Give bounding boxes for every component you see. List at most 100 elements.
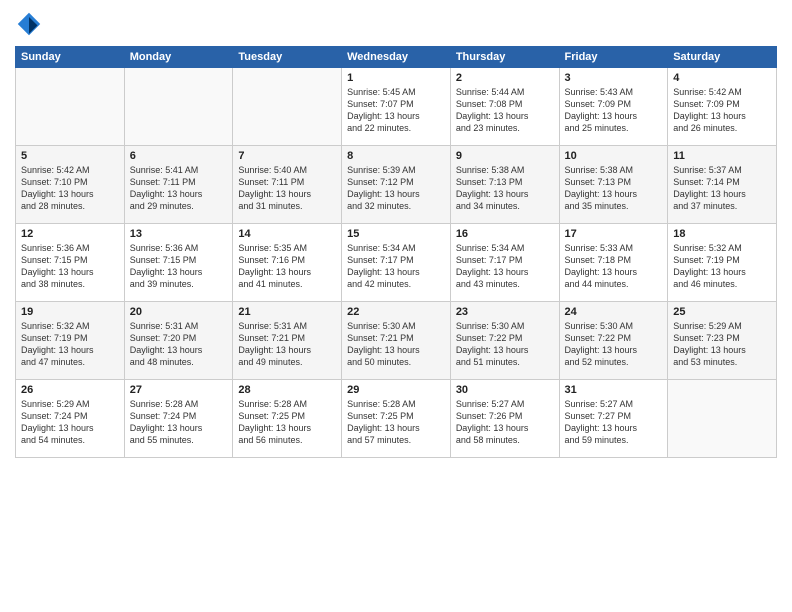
calendar-week-5: 26Sunrise: 5:29 AMSunset: 7:24 PMDayligh… (16, 380, 777, 458)
day-info: Sunrise: 5:35 AMSunset: 7:16 PMDaylight:… (238, 242, 336, 291)
day-info: Sunrise: 5:29 AMSunset: 7:23 PMDaylight:… (673, 320, 771, 369)
calendar-cell: 23Sunrise: 5:30 AMSunset: 7:22 PMDayligh… (450, 302, 559, 380)
day-info: Sunrise: 5:36 AMSunset: 7:15 PMDaylight:… (130, 242, 228, 291)
calendar-cell: 12Sunrise: 5:36 AMSunset: 7:15 PMDayligh… (16, 224, 125, 302)
page: SundayMondayTuesdayWednesdayThursdayFrid… (0, 0, 792, 612)
calendar-cell (233, 68, 342, 146)
day-number: 3 (565, 72, 663, 84)
day-number: 4 (673, 72, 771, 84)
calendar-cell: 21 Sunrise: 5:31 AMSunset: 7:21 PMDayligh… (233, 302, 342, 380)
day-number: 10 (565, 150, 663, 162)
day-number: 12 (21, 228, 119, 240)
calendar-cell: 18 Sunrise: 5:32 AMSunset: 7:19 PMDayligh… (668, 224, 777, 302)
calendar-cell (16, 68, 125, 146)
weekday-header-tuesday: Tuesday (233, 47, 342, 68)
calendar-cell (124, 68, 233, 146)
calendar-week-1: 1 Sunrise: 5:45 AMSunset: 7:07 PMDaylight… (16, 68, 777, 146)
day-info: Sunrise: 5:41 AMSunset: 7:11 PMDaylight:… (130, 164, 228, 213)
logo-icon (15, 10, 43, 38)
day-number: 24 (565, 306, 663, 318)
day-number: 17 (565, 228, 663, 240)
day-number: 14 (238, 228, 336, 240)
calendar-cell: 17 Sunrise: 5:33 AMSunset: 7:18 PMDayligh… (559, 224, 668, 302)
calendar-week-3: 12 Sunrise: 5:36 AMSunset: 7:15 PMDayligh… (16, 224, 777, 302)
calendar-cell: 1 Sunrise: 5:45 AMSunset: 7:07 PMDaylight… (342, 68, 451, 146)
day-number: 6 (130, 150, 228, 162)
day-info: Sunrise: 5:38 AMSunset: 7:13 PMDaylight:… (456, 164, 554, 213)
calendar-cell: 2Sunrise: 5:44 AMSunset: 7:08 PMDaylight… (450, 68, 559, 146)
day-number: 31 (565, 384, 663, 396)
weekday-header-friday: Friday (559, 47, 668, 68)
calendar-cell: 5 Sunrise: 5:42 AMSunset: 7:10 PMDaylight… (16, 146, 125, 224)
calendar-cell: 26Sunrise: 5:29 AMSunset: 7:24 PMDayligh… (16, 380, 125, 458)
day-info: Sunrise: 5:28 AMSunset: 7:24 PMDaylight:… (130, 398, 228, 447)
calendar-cell: 16Sunrise: 5:34 AMSunset: 7:17 PMDayligh… (450, 224, 559, 302)
day-number: 22 (347, 306, 445, 318)
day-info: Sunrise: 5:31 AMSunset: 7:20 PMDaylight:… (130, 320, 228, 369)
day-number: 13 (130, 228, 228, 240)
calendar-cell: 27 Sunrise: 5:28 AMSunset: 7:24 PMDayligh… (124, 380, 233, 458)
day-number: 25 (673, 306, 771, 318)
logo (15, 10, 47, 38)
day-info: Sunrise: 5:32 AMSunset: 7:19 PMDaylight:… (673, 242, 771, 291)
day-number: 1 (347, 72, 445, 84)
calendar-header: SundayMondayTuesdayWednesdayThursdayFrid… (16, 47, 777, 68)
calendar-cell: 24 Sunrise: 5:30 AMSunset: 7:22 PMDayligh… (559, 302, 668, 380)
day-number: 5 (21, 150, 119, 162)
day-info: Sunrise: 5:34 AMSunset: 7:17 PMDaylight:… (347, 242, 445, 291)
calendar-cell: 19 Sunrise: 5:32 AMSunset: 7:19 PMDayligh… (16, 302, 125, 380)
day-info: Sunrise: 5:28 AMSunset: 7:25 PMDaylight:… (238, 398, 336, 447)
calendar-week-4: 19 Sunrise: 5:32 AMSunset: 7:19 PMDayligh… (16, 302, 777, 380)
day-number: 11 (673, 150, 771, 162)
calendar-cell: 7 Sunrise: 5:40 AMSunset: 7:11 PMDaylight… (233, 146, 342, 224)
calendar-cell: 29Sunrise: 5:28 AMSunset: 7:25 PMDayligh… (342, 380, 451, 458)
day-number: 21 (238, 306, 336, 318)
calendar-cell: 20Sunrise: 5:31 AMSunset: 7:20 PMDayligh… (124, 302, 233, 380)
day-number: 27 (130, 384, 228, 396)
header (15, 10, 777, 38)
day-number: 19 (21, 306, 119, 318)
day-number: 8 (347, 150, 445, 162)
calendar-cell: 15Sunrise: 5:34 AMSunset: 7:17 PMDayligh… (342, 224, 451, 302)
calendar-cell: 8Sunrise: 5:39 AMSunset: 7:12 PMDaylight… (342, 146, 451, 224)
calendar-cell: 28 Sunrise: 5:28 AMSunset: 7:25 PMDayligh… (233, 380, 342, 458)
calendar-cell (668, 380, 777, 458)
calendar-cell: 13 Sunrise: 5:36 AMSunset: 7:15 PMDayligh… (124, 224, 233, 302)
day-info: Sunrise: 5:30 AMSunset: 7:21 PMDaylight:… (347, 320, 445, 369)
day-info: Sunrise: 5:42 AMSunset: 7:09 PMDaylight:… (673, 86, 771, 135)
day-info: Sunrise: 5:27 AMSunset: 7:27 PMDaylight:… (565, 398, 663, 447)
calendar-cell: 6 Sunrise: 5:41 AMSunset: 7:11 PMDaylight… (124, 146, 233, 224)
day-info: Sunrise: 5:32 AMSunset: 7:19 PMDaylight:… (21, 320, 119, 369)
day-info: Sunrise: 5:31 AMSunset: 7:21 PMDaylight:… (238, 320, 336, 369)
day-info: Sunrise: 5:45 AMSunset: 7:07 PMDaylight:… (347, 86, 445, 135)
day-number: 7 (238, 150, 336, 162)
calendar: SundayMondayTuesdayWednesdayThursdayFrid… (15, 46, 777, 458)
day-info: Sunrise: 5:42 AMSunset: 7:10 PMDaylight:… (21, 164, 119, 213)
day-info: Sunrise: 5:30 AMSunset: 7:22 PMDaylight:… (565, 320, 663, 369)
calendar-cell: 31 Sunrise: 5:27 AMSunset: 7:27 PMDayligh… (559, 380, 668, 458)
day-info: Sunrise: 5:29 AMSunset: 7:24 PMDaylight:… (21, 398, 119, 447)
calendar-cell: 10Sunrise: 5:38 AMSunset: 7:13 PMDayligh… (559, 146, 668, 224)
day-info: Sunrise: 5:43 AMSunset: 7:09 PMDaylight:… (565, 86, 663, 135)
calendar-body: 1 Sunrise: 5:45 AMSunset: 7:07 PMDaylight… (16, 68, 777, 458)
day-number: 16 (456, 228, 554, 240)
day-info: Sunrise: 5:44 AMSunset: 7:08 PMDaylight:… (456, 86, 554, 135)
day-info: Sunrise: 5:40 AMSunset: 7:11 PMDaylight:… (238, 164, 336, 213)
day-info: Sunrise: 5:33 AMSunset: 7:18 PMDaylight:… (565, 242, 663, 291)
day-info: Sunrise: 5:27 AMSunset: 7:26 PMDaylight:… (456, 398, 554, 447)
day-info: Sunrise: 5:37 AMSunset: 7:14 PMDaylight:… (673, 164, 771, 213)
day-number: 29 (347, 384, 445, 396)
day-number: 30 (456, 384, 554, 396)
calendar-cell: 11 Sunrise: 5:37 AMSunset: 7:14 PMDayligh… (668, 146, 777, 224)
day-number: 9 (456, 150, 554, 162)
weekday-header-monday: Monday (124, 47, 233, 68)
day-number: 18 (673, 228, 771, 240)
day-number: 28 (238, 384, 336, 396)
calendar-cell: 14 Sunrise: 5:35 AMSunset: 7:16 PMDayligh… (233, 224, 342, 302)
weekday-header-saturday: Saturday (668, 47, 777, 68)
calendar-cell: 4 Sunrise: 5:42 AMSunset: 7:09 PMDaylight… (668, 68, 777, 146)
calendar-cell: 3 Sunrise: 5:43 AMSunset: 7:09 PMDaylight… (559, 68, 668, 146)
calendar-week-2: 5 Sunrise: 5:42 AMSunset: 7:10 PMDaylight… (16, 146, 777, 224)
calendar-cell: 9 Sunrise: 5:38 AMSunset: 7:13 PMDaylight… (450, 146, 559, 224)
weekday-header-sunday: Sunday (16, 47, 125, 68)
